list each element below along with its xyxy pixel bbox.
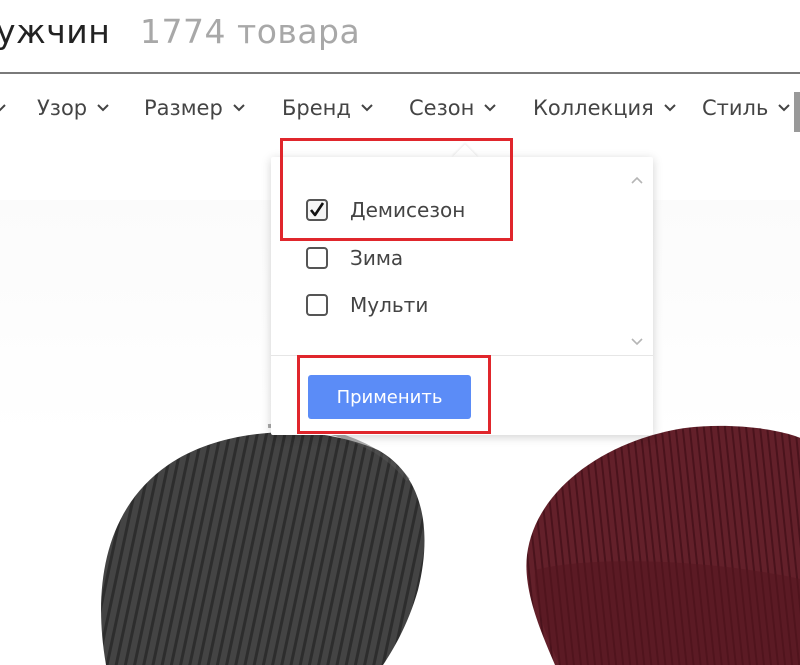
filter-style[interactable]: Стиль	[702, 96, 791, 128]
header-divider	[0, 72, 800, 74]
chevron-down-icon	[361, 104, 373, 112]
filter-label: Стиль	[702, 96, 769, 120]
filter-label: Бренд	[282, 96, 351, 120]
chevron-down-icon	[484, 104, 497, 112]
filter-pattern[interactable]: Узор	[37, 96, 109, 128]
option-winter[interactable]: Зима	[306, 242, 403, 274]
season-filter-dropdown: Демисезон Зима Мульти Применить	[271, 157, 653, 435]
apply-button[interactable]: Применить	[308, 375, 471, 419]
filter-brand[interactable]: Бренд	[282, 96, 373, 128]
season-options-list: Демисезон Зима Мульти	[271, 157, 627, 352]
scroll-up-icon[interactable]	[630, 173, 644, 187]
filter-label: Узор	[37, 96, 88, 120]
filter-bar-scrollbar[interactable]	[794, 92, 800, 132]
filter-label: Коллекция	[533, 96, 654, 120]
filter-season[interactable]: Сезон	[409, 96, 497, 128]
chevron-down-icon	[97, 104, 109, 112]
filter-label: Сезон	[409, 96, 475, 120]
chevron-down-icon	[778, 104, 791, 112]
burgundy-beanie-hat-image[interactable]	[515, 420, 800, 665]
page-title: ужчин	[0, 12, 111, 51]
page-header: ужчин 1774 товара	[0, 0, 800, 74]
option-multi[interactable]: Мульти	[306, 289, 428, 321]
filter-label: Размер	[144, 96, 223, 120]
scroll-down-icon[interactable]	[630, 335, 644, 349]
checkbox-unchecked[interactable]	[306, 294, 328, 316]
checkbox-checked[interactable]	[306, 199, 328, 221]
chevron-down-icon	[664, 104, 676, 112]
filter-chevron-partial[interactable]	[0, 96, 8, 128]
filter-collection[interactable]: Коллекция	[533, 96, 676, 128]
gray-beanie-hat-image[interactable]	[88, 420, 438, 665]
chevron-down-icon	[0, 104, 6, 112]
check-icon	[309, 202, 325, 217]
checkbox-unchecked[interactable]	[306, 247, 328, 269]
chevron-down-icon	[233, 104, 245, 112]
option-label: Зима	[350, 246, 404, 270]
option-demiseason[interactable]: Демисезон	[306, 194, 465, 226]
dropdown-divider	[271, 355, 653, 356]
filter-size[interactable]: Размер	[144, 96, 245, 128]
filter-bar: Узор Размер Бренд Сезон Коллекция Стиль	[0, 96, 800, 130]
option-label: Демисезон	[350, 198, 466, 222]
dropdown-scrollbar[interactable]	[627, 165, 647, 355]
product-count: 1774 товара	[140, 12, 361, 51]
option-label: Мульти	[350, 293, 429, 317]
